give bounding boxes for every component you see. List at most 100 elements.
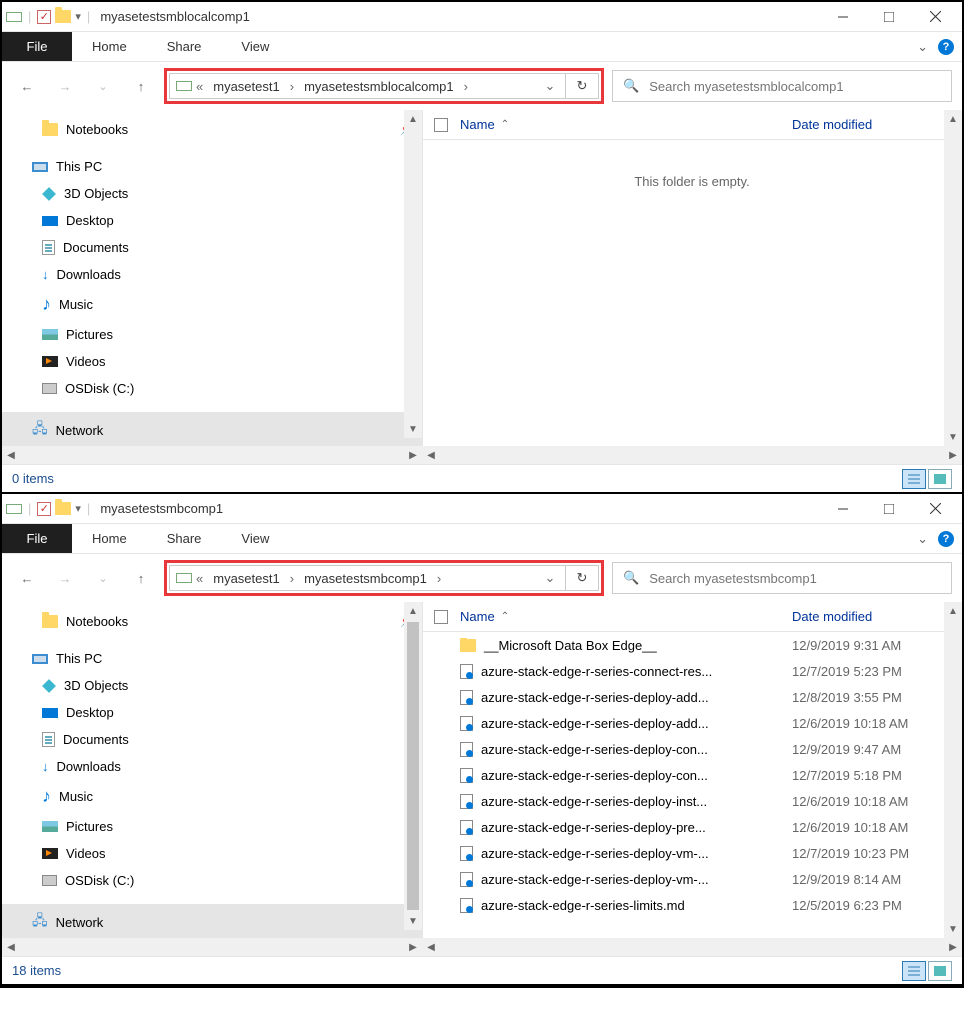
- close-button[interactable]: [912, 494, 958, 524]
- breadcrumb[interactable]: « myasetest1 › myasetestsmblocalcomp1 ›: [169, 73, 535, 99]
- scrollbar-vertical[interactable]: ▲ ▼: [944, 602, 962, 938]
- table-row[interactable]: azure-stack-edge-r-series-deploy-con... …: [422, 736, 962, 762]
- up-button[interactable]: ↑: [126, 563, 156, 593]
- nav-item[interactable]: Documents: [2, 726, 422, 753]
- scrollbar-horizontal[interactable]: ◀ ▶: [2, 446, 422, 464]
- column-name[interactable]: Name⌃: [460, 117, 792, 132]
- minimize-button[interactable]: [820, 494, 866, 524]
- chevron-down-icon[interactable]: ▾: [75, 10, 81, 23]
- nav-item[interactable]: OSDisk (C:): [2, 867, 422, 894]
- table-row[interactable]: azure-stack-edge-r-series-deploy-vm-... …: [422, 840, 962, 866]
- column-date[interactable]: Date modified: [792, 117, 962, 132]
- nav-item[interactable]: Videos: [2, 840, 422, 867]
- breadcrumb-item[interactable]: myasetest1: [207, 571, 285, 586]
- refresh-button[interactable]: ↻: [565, 565, 599, 591]
- scrollbar-vertical[interactable]: ▲ ▼: [404, 602, 422, 930]
- nav-item[interactable]: Pictures: [2, 813, 422, 840]
- column-name[interactable]: Name⌃: [460, 609, 792, 624]
- table-row[interactable]: azure-stack-edge-r-series-deploy-add... …: [422, 710, 962, 736]
- scroll-down-icon[interactable]: ▼: [944, 920, 962, 938]
- help-icon[interactable]: ?: [938, 531, 954, 547]
- address-dropdown[interactable]: ⌄: [535, 565, 565, 591]
- up-button[interactable]: ↑: [126, 71, 156, 101]
- scroll-right-icon[interactable]: ▶: [944, 942, 962, 953]
- scrollbar-vertical[interactable]: ▲ ▼: [404, 110, 422, 438]
- nav-item[interactable]: ↓ Downloads: [2, 261, 422, 288]
- expand-ribbon-icon[interactable]: ⌄: [917, 531, 928, 547]
- table-row[interactable]: azure-stack-edge-r-series-deploy-vm-... …: [422, 866, 962, 892]
- scroll-left-icon[interactable]: ◀: [2, 942, 20, 953]
- nav-item[interactable]: Videos: [2, 348, 422, 375]
- back-button[interactable]: ←: [12, 563, 42, 593]
- scroll-left-icon[interactable]: ◀: [422, 942, 440, 953]
- forward-button[interactable]: →: [50, 71, 80, 101]
- close-button[interactable]: [912, 2, 958, 32]
- nav-item[interactable]: Notebooks 📌: [2, 608, 422, 635]
- search-box[interactable]: 🔍: [612, 562, 952, 594]
- search-box[interactable]: 🔍: [612, 70, 952, 102]
- nav-item[interactable]: 3D Objects: [2, 180, 422, 207]
- overflow-icon[interactable]: «: [196, 79, 203, 94]
- nav-item[interactable]: Desktop: [2, 699, 422, 726]
- nav-item[interactable]: Notebooks 📌: [2, 116, 422, 143]
- scroll-left-icon[interactable]: ◀: [2, 450, 20, 461]
- details-view-button[interactable]: [902, 469, 926, 489]
- icons-view-button[interactable]: [928, 961, 952, 981]
- scroll-right-icon[interactable]: ▶: [404, 942, 422, 953]
- ribbon-tab[interactable]: View: [221, 32, 289, 61]
- help-icon[interactable]: ?: [938, 39, 954, 55]
- nav-item[interactable]: 🖧 Network: [2, 412, 422, 448]
- breadcrumb-item[interactable]: myasetestsmbcomp1: [298, 571, 433, 586]
- overflow-icon[interactable]: «: [196, 571, 203, 586]
- nav-item[interactable]: Pictures: [2, 321, 422, 348]
- scroll-up-icon[interactable]: ▲: [404, 110, 422, 128]
- nav-item[interactable]: ♪ Music: [2, 288, 422, 321]
- address-dropdown[interactable]: ⌄: [535, 73, 565, 99]
- details-view-button[interactable]: [902, 961, 926, 981]
- chevron-down-icon[interactable]: ▾: [75, 502, 81, 515]
- scrollbar-horizontal[interactable]: ◀ ▶: [2, 938, 422, 956]
- breadcrumb-item[interactable]: myasetestsmblocalcomp1: [298, 79, 460, 94]
- scroll-right-icon[interactable]: ▶: [944, 450, 962, 461]
- ribbon-tab[interactable]: Share: [147, 32, 222, 61]
- scroll-up-icon[interactable]: ▲: [404, 602, 422, 620]
- file-menu[interactable]: File: [2, 524, 72, 553]
- scroll-down-icon[interactable]: ▼: [404, 420, 422, 438]
- refresh-button[interactable]: ↻: [565, 73, 599, 99]
- table-row[interactable]: azure-stack-edge-r-series-deploy-con... …: [422, 762, 962, 788]
- ribbon-tab[interactable]: View: [221, 524, 289, 553]
- scroll-right-icon[interactable]: ▶: [404, 450, 422, 461]
- table-row[interactable]: azure-stack-edge-r-series-deploy-inst...…: [422, 788, 962, 814]
- ribbon-tab[interactable]: Home: [72, 524, 147, 553]
- back-button[interactable]: ←: [12, 71, 42, 101]
- minimize-button[interactable]: [820, 2, 866, 32]
- icons-view-button[interactable]: [928, 469, 952, 489]
- nav-item[interactable]: ↓ Downloads: [2, 753, 422, 780]
- nav-item[interactable]: Documents: [2, 234, 422, 261]
- nav-item[interactable]: This PC: [2, 153, 422, 180]
- recent-locations-button[interactable]: ⌄: [88, 71, 118, 101]
- nav-item[interactable]: ♪ Music: [2, 780, 422, 813]
- scroll-up-icon[interactable]: ▲: [944, 602, 962, 620]
- maximize-button[interactable]: [866, 2, 912, 32]
- select-all-checkbox[interactable]: [434, 610, 448, 624]
- scrollbar-horizontal[interactable]: ◀ ▶: [422, 938, 962, 956]
- nav-item[interactable]: 3D Objects: [2, 672, 422, 699]
- ribbon-tab[interactable]: Home: [72, 32, 147, 61]
- ribbon-tab[interactable]: Share: [147, 524, 222, 553]
- table-row[interactable]: azure-stack-edge-r-series-deploy-add... …: [422, 684, 962, 710]
- table-row[interactable]: __Microsoft Data Box Edge__ 12/9/2019 9:…: [422, 632, 962, 658]
- forward-button[interactable]: →: [50, 563, 80, 593]
- maximize-button[interactable]: [866, 494, 912, 524]
- breadcrumb-item[interactable]: myasetest1: [207, 79, 285, 94]
- nav-item[interactable]: This PC: [2, 645, 422, 672]
- scrollbar-horizontal[interactable]: ◀ ▶: [422, 446, 962, 464]
- search-input[interactable]: [649, 571, 941, 586]
- search-input[interactable]: [649, 79, 941, 94]
- table-row[interactable]: azure-stack-edge-r-series-connect-res...…: [422, 658, 962, 684]
- nav-item[interactable]: Desktop: [2, 207, 422, 234]
- table-row[interactable]: azure-stack-edge-r-series-limits.md 12/5…: [422, 892, 962, 918]
- recent-locations-button[interactable]: ⌄: [88, 563, 118, 593]
- nav-item[interactable]: OSDisk (C:): [2, 375, 422, 402]
- table-row[interactable]: azure-stack-edge-r-series-deploy-pre... …: [422, 814, 962, 840]
